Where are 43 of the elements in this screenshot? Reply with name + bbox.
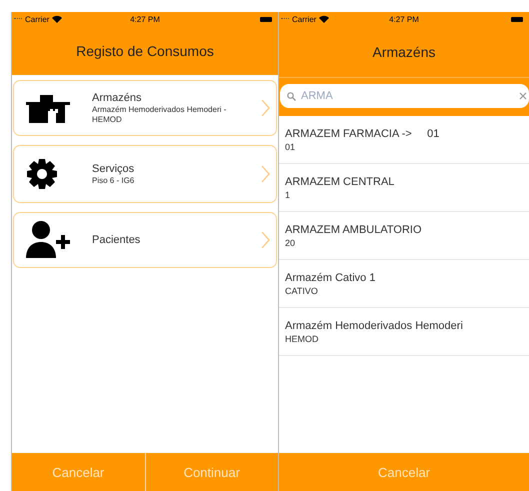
card-subtitle: Piso 6 - IG6 <box>92 176 136 186</box>
row-code: 1 <box>285 190 292 200</box>
carrier-label: Carrier <box>292 14 316 24</box>
row-title: Armazém Hemoderivados Hemoderi <box>285 320 464 332</box>
chevron-icon <box>261 165 270 183</box>
screen-title: Armazéns <box>372 44 436 60</box>
row-title: ARMAZEM CENTRAL <box>285 176 396 188</box>
list-row[interactable]: ARMAZEM CENTRAL 1 <box>279 164 529 212</box>
battery-icon <box>511 16 523 22</box>
menu-card[interactable]: Armazéns Armazém Hemoderivados Hemoderi - HEMOD <box>13 80 277 136</box>
list-row[interactable]: Armazém Cativo 1 CATIVO <box>279 260 529 308</box>
card-title: Pacientes <box>92 234 142 246</box>
menu-card[interactable]: Pacientes <box>13 212 277 268</box>
wifi-icon <box>319 15 330 23</box>
person-add-icon <box>26 220 72 260</box>
battery-icon <box>260 16 272 22</box>
wifi-icon <box>52 15 62 23</box>
gear-icon <box>26 158 58 190</box>
search-icon <box>287 92 296 101</box>
status-time: 4:27 PM <box>130 14 160 24</box>
row-code: 01 <box>285 142 296 152</box>
list-row[interactable]: ARMAZEM AMBULATORIO 20 <box>279 212 529 260</box>
row-title: Armazém Cativo 1 <box>285 272 376 284</box>
warehouse-icon <box>26 93 70 123</box>
list-row[interactable]: Armazém Hemoderivados Hemoderi HEMOD <box>279 308 529 356</box>
row-code: CATIVO <box>285 286 319 296</box>
row-title: ARMAZEM FARMACIA -> 01 <box>285 128 440 140</box>
row-code: 20 <box>285 238 296 248</box>
chevron-icon <box>261 231 270 249</box>
signal-dots-icon <box>14 18 22 20</box>
chevron-icon <box>261 99 270 117</box>
screen-title: Registo de Consumos <box>76 42 214 58</box>
row-code: HEMOD <box>285 334 320 344</box>
list-row[interactable]: ARMAZEM FARMACIA -> 01 01 <box>279 116 529 164</box>
signal-dots-icon <box>281 18 289 20</box>
card-title: Armazéns <box>92 92 143 104</box>
status-time: 4:27 PM <box>389 14 419 24</box>
carrier-label: Carrier <box>25 14 50 24</box>
row-title: ARMAZEM AMBULATORIO <box>285 224 423 236</box>
clear-icon[interactable] <box>519 92 527 100</box>
menu-card[interactable]: Serviços Piso 6 - IG6 <box>13 145 277 203</box>
card-title: Serviços <box>92 162 136 174</box>
card-subtitle: Armazém Hemoderivados Hemoderi - HEMOD <box>92 104 228 124</box>
